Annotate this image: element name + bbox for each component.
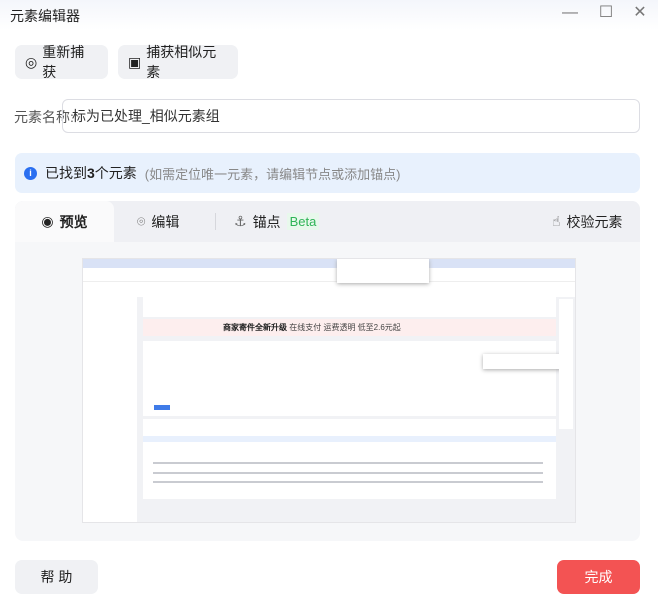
tab-divider	[215, 213, 216, 230]
element-name-input[interactable]: 标为已处理_相似元素组	[62, 99, 640, 133]
location-icon: ⌾	[137, 213, 146, 229]
preview-panel: ◉ 预览 ⌾ 编辑 ⚓ 锚点 Beta ☝ 校验元素 商家寄件全新升级 在线支付 运费透明…	[15, 201, 640, 541]
tab-edit[interactable]: ⌾ 编辑	[137, 201, 179, 242]
tab-preview[interactable]: ◉ 预览	[15, 201, 114, 242]
capture-similar-icon: ▣	[128, 53, 142, 70]
found-text: 已找到3个元素	[45, 165, 137, 181]
capture-similar-button[interactable]: ▣ 捕获相似元素	[118, 44, 238, 80]
info-banner: i 已找到3个元素 (如需定位唯一元素，请编辑节点或添加锚点)	[15, 153, 640, 193]
title-bar: 元素编辑器 — ☐ ✕	[0, 0, 658, 30]
recapture-label: 重新捕获	[42, 44, 85, 80]
info-hint: (如需定位唯一元素，请编辑节点或添加锚点)	[144, 166, 401, 182]
capture-similar-label: 捕获相似元素	[146, 44, 217, 80]
minimize-icon[interactable]: —	[558, 2, 582, 24]
recapture-icon: ◎	[25, 53, 38, 70]
beta-badge: Beta	[286, 213, 320, 230]
tab-bar: ◉ 预览 ⌾ 编辑 ⚓ 锚点 Beta ☝ 校验元素	[15, 201, 640, 242]
preview-screenshot: 商家寄件全新升级 在线支付 运费透明 低至2.6元起	[82, 258, 576, 523]
eye-icon: ◉	[41, 213, 54, 229]
done-button[interactable]: 完成	[557, 560, 640, 594]
tab-anchor[interactable]: ⚓ 锚点 Beta	[234, 201, 320, 242]
hand-icon: ☝	[552, 213, 561, 229]
help-button[interactable]: 帮 助	[15, 560, 98, 594]
anchor-icon: ⚓	[234, 213, 247, 229]
recapture-button[interactable]: ◎ 重新捕获	[15, 44, 108, 80]
preview-banner: 商家寄件全新升级 在线支付 运费透明 低至2.6元起	[143, 319, 556, 336]
verify-element-button[interactable]: ☝ 校验元素	[552, 201, 623, 242]
maximize-icon[interactable]: ☐	[594, 2, 618, 24]
info-icon: i	[24, 166, 37, 180]
close-icon[interactable]: ✕	[628, 2, 652, 24]
window-title: 元素编辑器	[10, 8, 80, 24]
